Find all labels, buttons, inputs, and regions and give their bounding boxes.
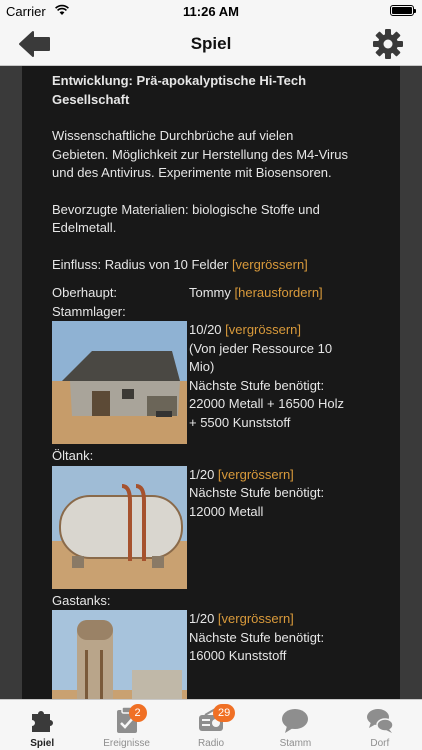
gas-level-line: 1/20 [vergrössern]	[189, 610, 349, 629]
building-label-oil: Öltank:	[52, 448, 94, 463]
content-inner: Entwicklung: Prä-apokalyptische Hi-Tech …	[52, 72, 352, 699]
oil-tank-image	[52, 465, 187, 589]
tab-label-radio: Radio	[197, 738, 225, 749]
oil-next-requirements: Nächste Stufe benötigt: 12000 Metall	[189, 485, 325, 519]
leader-label: Oberhaupt:	[52, 285, 118, 300]
tab-spiel[interactable]: Spiel	[0, 700, 84, 750]
gas-tanks-image	[52, 610, 187, 699]
tab-bar: Spiel 2 Ereignisse 29 Radio Stamm Dorf	[0, 699, 422, 750]
page-title: Spiel	[190, 34, 232, 53]
base-camp-image	[52, 321, 187, 444]
tab-label-ereignisse: Ereignisse	[103, 738, 150, 749]
building-label-gas: Gastanks:	[52, 592, 111, 608]
base-enlarge-link[interactable]: [vergrössern]	[225, 322, 301, 337]
tab-radio[interactable]: 29 Radio	[169, 700, 253, 750]
base-info: (Von jeder Ressource 10 Mio)	[189, 340, 333, 375]
building-gas: 1/20 [vergrössern] Nächste Stufe benötig…	[52, 610, 352, 699]
tab-ereignisse[interactable]: 2 Ereignisse	[84, 700, 168, 750]
tab-label-dorf: Dorf	[370, 738, 390, 749]
battery-icon	[390, 5, 416, 16]
tab-dorf[interactable]: Dorf	[338, 700, 422, 750]
gas-next-requirements: Nächste Stufe benötigt: 16000 Kunststoff	[189, 629, 325, 664]
oil-enlarge-link[interactable]: [vergrössern]	[218, 467, 294, 482]
oil-level-line: 1/20 [vergrössern]	[189, 466, 349, 485]
gas-enlarge-link[interactable]: [vergrössern]	[218, 611, 294, 626]
leader-name: Tommy	[189, 285, 235, 300]
chat-bubble-icon	[282, 709, 309, 733]
ereignisse-badge: 2	[128, 704, 147, 722]
status-bar: Carrier 11:26 AM	[0, 0, 422, 22]
base-next-requirements: Nächste Stufe benötigt: 22000 Metall + 1…	[189, 377, 345, 430]
challenge-link[interactable]: [herausfordern]	[235, 285, 323, 300]
influence-enlarge-link[interactable]: [vergrössern]	[232, 257, 308, 272]
building-gas-details: 1/20 [vergrössern] Nächste Stufe benötig…	[189, 610, 349, 699]
building-oil: 1/20 [vergrössern] Nächste Stufe benötig…	[52, 465, 352, 589]
oil-level: 1/20	[189, 466, 218, 482]
base-level: 10/20	[189, 322, 226, 337]
building-oil-details: 1/20 [vergrössern] Nächste Stufe benötig…	[189, 466, 349, 589]
development-heading: Entwicklung: Prä-apokalyptische Hi-Tech …	[52, 73, 307, 107]
radio-badge: 29	[213, 704, 236, 722]
building-base-details: 10/20 [vergrössern] (Von jeder Ressource…	[189, 321, 349, 444]
navigation-bar: Spiel	[0, 22, 422, 66]
tab-label-spiel: Spiel	[30, 738, 55, 749]
tab-stamm[interactable]: Stamm	[253, 700, 337, 750]
clock: 11:26 AM	[183, 4, 239, 19]
building-base: 10/20 [vergrössern] (Von jeder Ressource…	[52, 321, 352, 444]
content-panel[interactable]: Entwicklung: Prä-apokalyptische Hi-Tech …	[22, 66, 400, 699]
puzzle-icon	[32, 711, 54, 732]
building-label-base: Stammlager:	[52, 303, 126, 319]
leader-value: Tommy [herausfordern]	[189, 284, 323, 303]
chat-bubbles-icon	[366, 709, 394, 733]
tab-label-stamm: Stamm	[279, 738, 312, 749]
influence-text: Einfluss: Radius von 10 Felder	[52, 256, 232, 272]
gear-icon[interactable]	[372, 28, 404, 60]
leader-row: Oberhaupt: Tommy [herausfordern]	[52, 284, 352, 303]
influence-line: Einfluss: Radius von 10 Felder [vergröss…	[52, 256, 352, 275]
base-level-line: 10/20 [vergrössern]	[189, 321, 349, 340]
materials-text: Bevorzugte Materialien: biologische Stof…	[52, 201, 320, 236]
development-description: Wissenschaftliche Durchbrüche auf vielen…	[52, 128, 349, 180]
gas-level: 1/20	[189, 611, 218, 626]
